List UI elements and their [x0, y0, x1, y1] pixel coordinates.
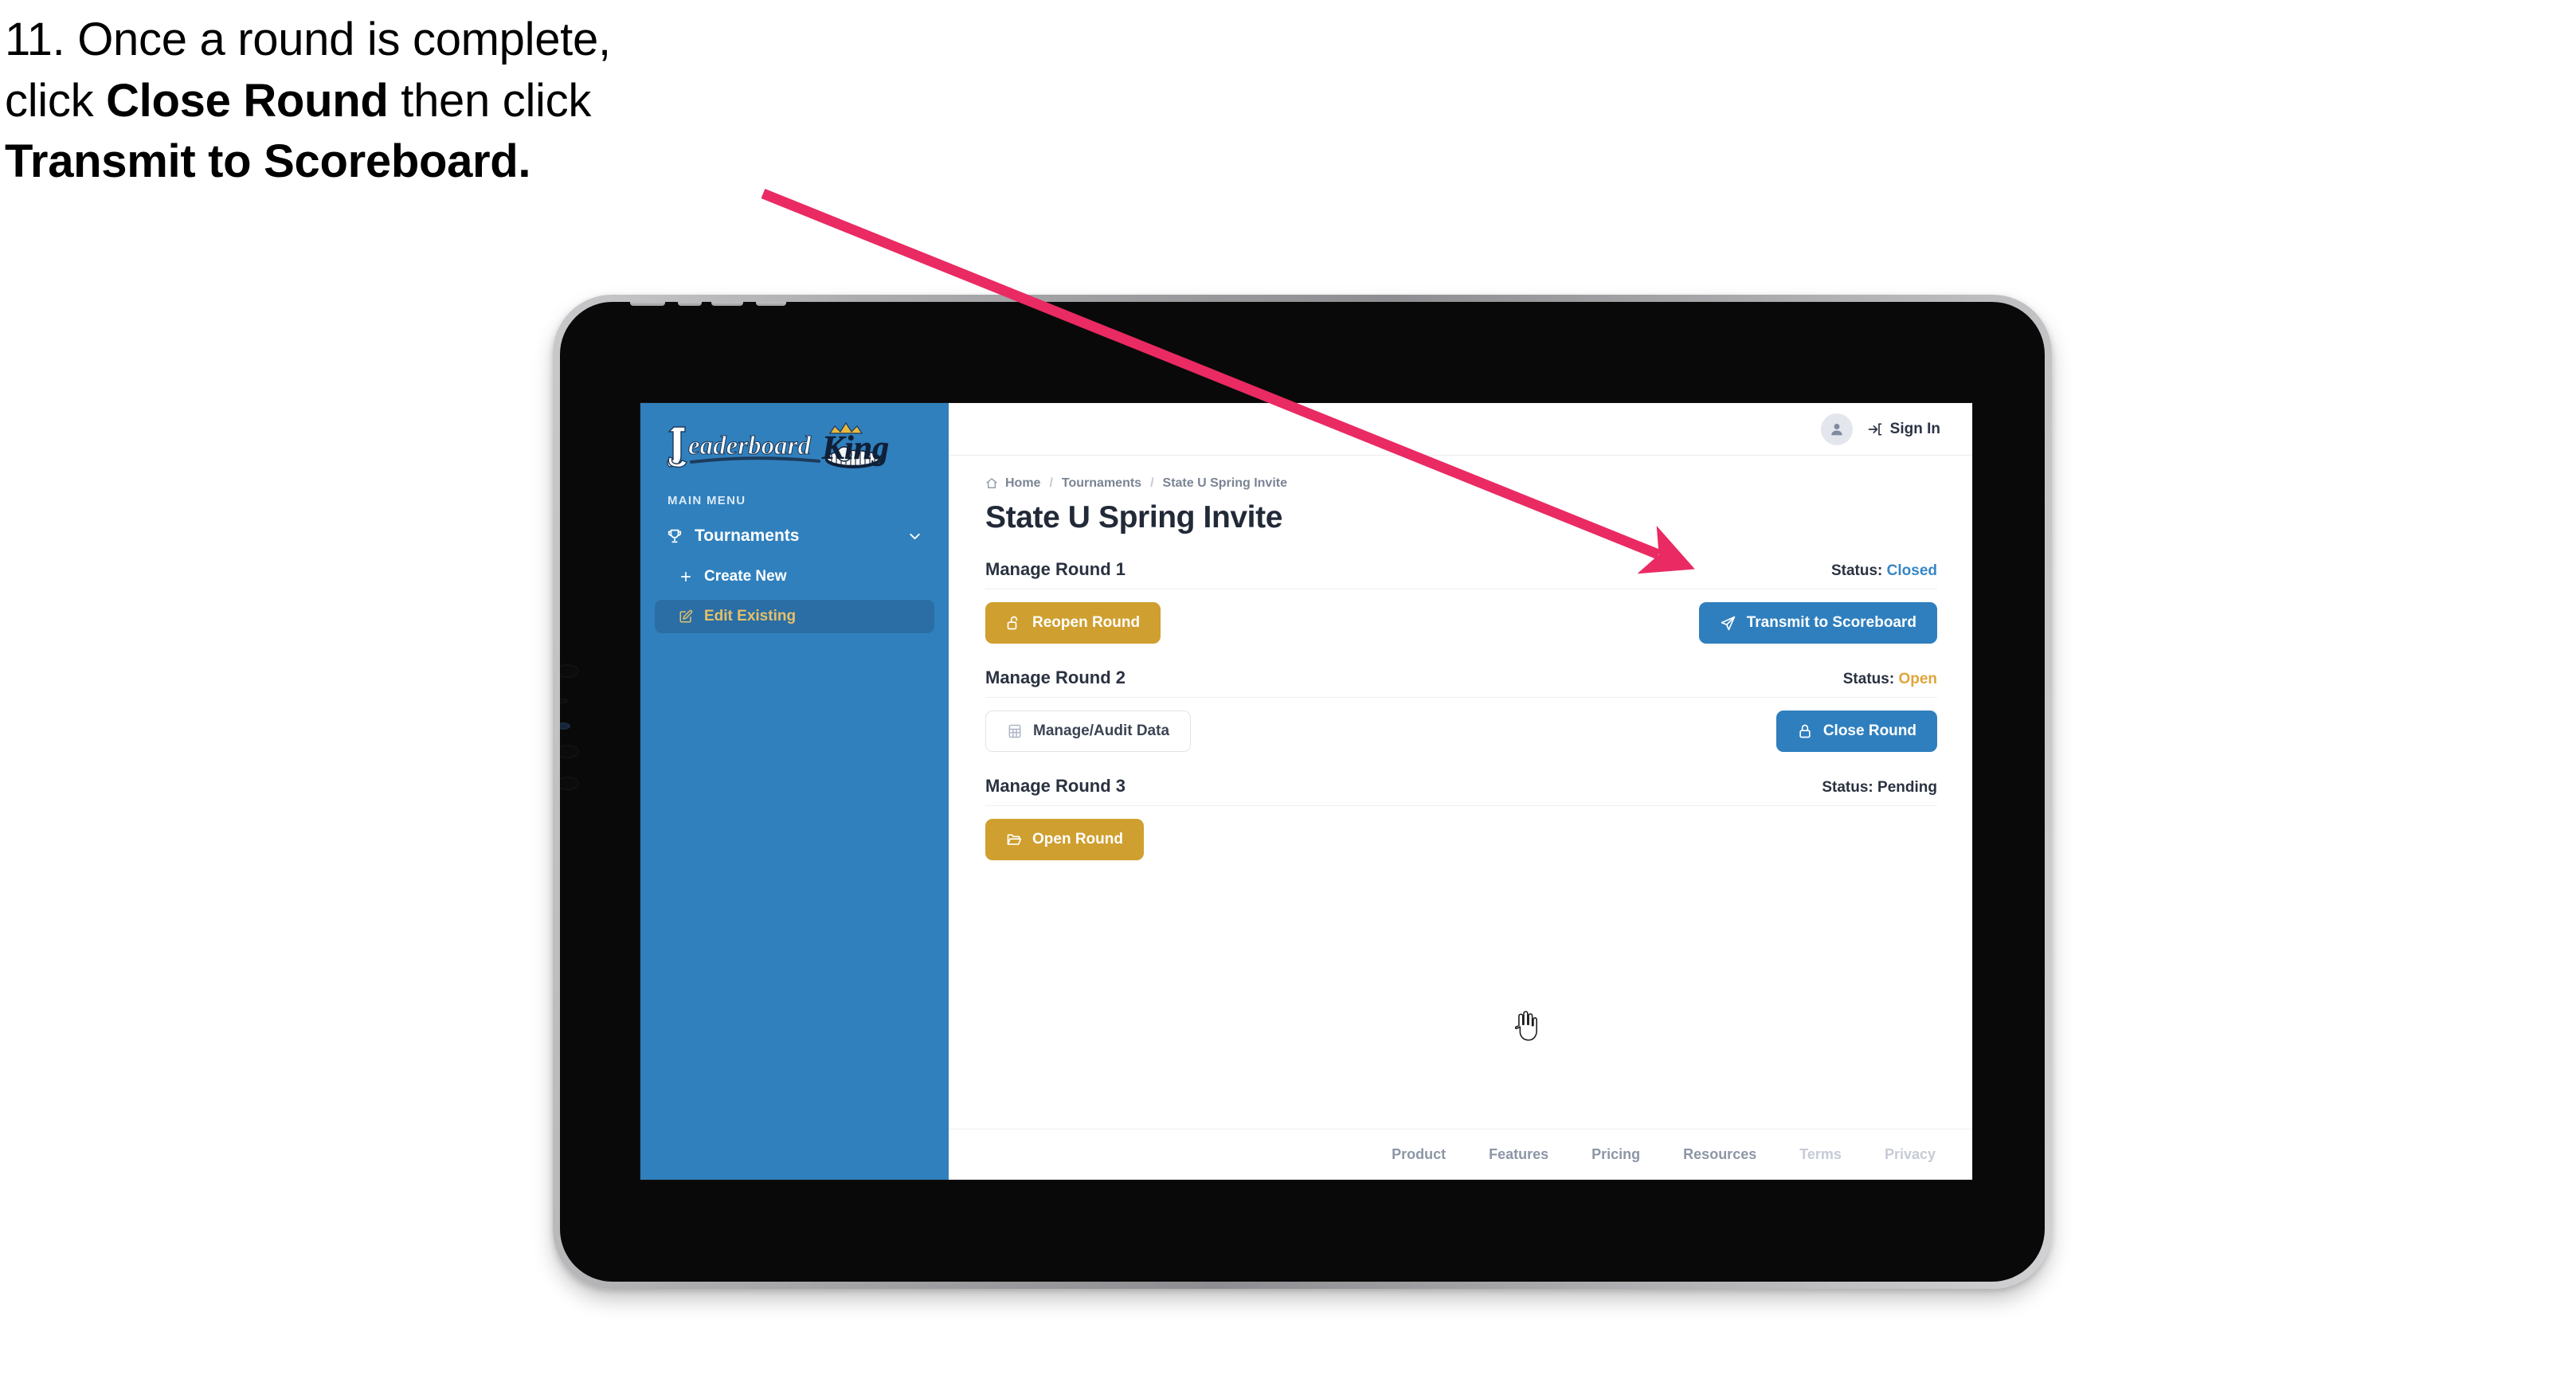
screenshot-stage: 11. Once a round is complete, click Clos… — [0, 0, 2576, 1386]
device-side-port-1 — [560, 745, 579, 758]
breadcrumb-tournaments[interactable]: Tournaments — [1062, 476, 1141, 491]
home-icon — [985, 477, 998, 490]
tablet-device-frame: eaderboard King MAIN MENU Tournaments Cr… — [553, 295, 2052, 1289]
breadcrumb-current: State U Spring Invite — [1162, 476, 1287, 490]
round-2-header: Manage Round 2 Status: Open — [985, 668, 1937, 698]
pointer-hand-cursor — [1511, 1011, 1538, 1043]
sidebar-item-create-new-label: Create New — [704, 568, 787, 585]
leaderboard-king-logo-icon: eaderboard King — [667, 421, 889, 468]
breadcrumb-home-label: Home — [1005, 476, 1041, 490]
reopen-round-button[interactable]: Reopen Round — [985, 602, 1161, 644]
edit-pencil-icon — [679, 609, 693, 624]
manage-audit-data-button[interactable]: Manage/Audit Data — [985, 711, 1192, 752]
manage-audit-data-label: Manage/Audit Data — [1033, 722, 1170, 739]
open-round-button[interactable]: Open Round — [985, 819, 1144, 860]
round-1-status-label: Status: — [1830, 562, 1883, 579]
footer-link-features[interactable]: Features — [1489, 1146, 1548, 1163]
device-side-port-2 — [560, 777, 579, 790]
tablet-screen: eaderboard King MAIN MENU Tournaments Cr… — [640, 403, 1972, 1180]
trophy-icon — [666, 527, 683, 545]
svg-text:King: King — [821, 430, 889, 467]
round-2-actions: Manage/Audit Data Close Round — [985, 711, 1937, 752]
plus-icon — [679, 570, 693, 584]
round-section-2: Manage Round 2 Status: Open Manage/Audit… — [985, 668, 1937, 752]
device-side-mic — [560, 699, 568, 703]
round-section-1: Manage Round 1 Status: Closed Reopen Rou… — [985, 559, 1937, 644]
round-2-status-label: Status: — [1842, 671, 1895, 687]
round-1-status-value: Closed — [1886, 562, 1937, 579]
sidebar-section-label: MAIN MENU — [667, 494, 746, 507]
instruction-caption: 11. Once a round is complete, click Clos… — [5, 10, 865, 193]
sidebar-item-tournaments-label: Tournaments — [695, 527, 800, 545]
caption-line-2-pre: click — [5, 74, 107, 127]
close-round-label: Close Round — [1822, 722, 1916, 739]
reopen-round-label: Reopen Round — [1032, 614, 1141, 631]
breadcrumb: Home / Tournaments / State U Spring Invi… — [985, 476, 1937, 491]
round-2-status: Status: Open — [1843, 671, 1937, 688]
device-top-button-4 — [756, 302, 786, 306]
caption-close-round-emphasis: Close Round — [106, 74, 389, 127]
breadcrumb-separator-2: / — [1150, 476, 1154, 490]
tablet-bezel: eaderboard King MAIN MENU Tournaments Cr… — [560, 302, 2045, 1282]
app-topbar: Sign In — [949, 403, 1972, 456]
breadcrumb-separator-1: / — [1049, 476, 1053, 490]
svg-text:eaderboard: eaderboard — [688, 432, 811, 460]
chevron-down-icon[interactable] — [906, 528, 923, 545]
round-1-header: Manage Round 1 Status: Closed — [985, 559, 1937, 589]
round-1-actions: Reopen Round Transmit to Scoreboard — [985, 602, 1937, 644]
sidebar-item-edit-existing[interactable]: Edit Existing — [655, 600, 934, 633]
unlock-icon — [1006, 615, 1022, 631]
sign-in-button[interactable]: Sign In — [1867, 421, 1940, 438]
device-side-speaker — [560, 664, 579, 678]
caption-line-2-post: then click — [388, 74, 592, 127]
app-content: Home / Tournaments / State U Spring Invi… — [949, 456, 1972, 1129]
lock-icon — [1797, 723, 1813, 739]
breadcrumb-home[interactable]: Home — [985, 476, 1040, 491]
sidebar-item-create-new[interactable]: Create New — [655, 560, 934, 593]
device-side-indicator — [560, 722, 570, 730]
paper-plane-icon — [1720, 615, 1736, 632]
transmit-to-scoreboard-button[interactable]: Transmit to Scoreboard — [1698, 602, 1937, 644]
grid-table-icon — [1007, 723, 1023, 739]
app-main: Sign In Home / Tournaments / State U Spr… — [949, 403, 1972, 1180]
round-3-status-label: Status: — [1822, 779, 1873, 796]
sidebar-item-edit-existing-label: Edit Existing — [704, 608, 797, 624]
sign-in-arrow-icon — [1867, 421, 1883, 437]
transmit-to-scoreboard-label: Transmit to Scoreboard — [1746, 614, 1916, 631]
device-top-button-3 — [711, 302, 743, 306]
app-logo[interactable]: eaderboard King — [640, 403, 949, 476]
round-3-header: Manage Round 3 Status: Pending — [985, 776, 1937, 806]
round-2-status-value: Open — [1898, 671, 1937, 687]
footer-link-privacy[interactable]: Privacy — [1885, 1146, 1936, 1163]
caption-transmit-emphasis: Transmit to Scoreboard. — [5, 135, 531, 188]
footer-link-terms[interactable]: Terms — [1799, 1146, 1842, 1163]
app-footer: Product Features Pricing Resources Terms… — [949, 1129, 1972, 1180]
open-round-label: Open Round — [1032, 831, 1123, 848]
folder-open-icon — [1006, 832, 1022, 848]
round-3-status-value: Pending — [1877, 779, 1937, 796]
caption-line-2: click Close Round then click — [5, 71, 865, 132]
sign-in-label: Sign In — [1889, 420, 1940, 437]
footer-link-product[interactable]: Product — [1392, 1146, 1446, 1163]
user-avatar-icon[interactable] — [1820, 413, 1853, 445]
round-section-3: Manage Round 3 Status: Pending Open Roun… — [985, 776, 1937, 860]
round-3-name: Manage Round 3 — [985, 776, 1126, 796]
footer-link-resources[interactable]: Resources — [1683, 1146, 1756, 1163]
sidebar-item-tournaments[interactable]: Tournaments — [655, 519, 934, 554]
page-title: State U Spring Invite — [985, 500, 1282, 534]
app-sidebar: eaderboard King MAIN MENU Tournaments Cr… — [640, 403, 949, 1180]
round-3-actions: Open Round — [985, 819, 1937, 860]
round-1-status: Status: Closed — [1831, 562, 1937, 580]
footer-link-pricing[interactable]: Pricing — [1591, 1146, 1640, 1163]
round-2-name: Manage Round 2 — [985, 668, 1126, 687]
device-top-button-2 — [678, 302, 702, 306]
round-1-name: Manage Round 1 — [985, 559, 1126, 579]
close-round-button[interactable]: Close Round — [1775, 711, 1937, 752]
round-3-status: Status: Pending — [1822, 779, 1937, 797]
caption-line-1: 11. Once a round is complete, — [5, 14, 611, 65]
device-top-button-1 — [630, 302, 665, 306]
